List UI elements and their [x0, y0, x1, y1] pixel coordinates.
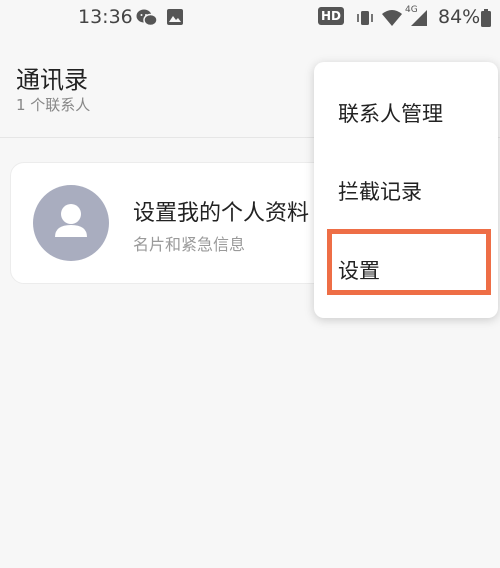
battery-percentage: 84%	[438, 6, 481, 28]
profile-card-title: 设置我的个人资料	[133, 201, 310, 226]
wechat-icon	[136, 8, 158, 32]
settings-highlight-box	[327, 229, 491, 295]
vibrate-icon	[355, 8, 375, 32]
signal-icon	[409, 8, 429, 32]
image-icon	[166, 8, 184, 30]
menu-item-block-records[interactable]: 拦截记录	[314, 176, 498, 206]
person-icon	[55, 204, 87, 237]
wifi-icon	[381, 8, 403, 32]
avatar	[33, 185, 109, 261]
profile-card-subtitle: 名片和紧急信息	[133, 235, 246, 254]
menu-item-contact-management[interactable]: 联系人管理	[314, 98, 498, 128]
battery-icon	[480, 8, 492, 32]
page-title: 通讯录	[16, 66, 88, 94]
contact-count: 1 个联系人	[16, 96, 91, 114]
status-time: 13:36	[78, 6, 133, 28]
status-bar: 13:36 HD 4G 84%	[0, 0, 500, 36]
hd-badge: HD	[318, 7, 345, 25]
